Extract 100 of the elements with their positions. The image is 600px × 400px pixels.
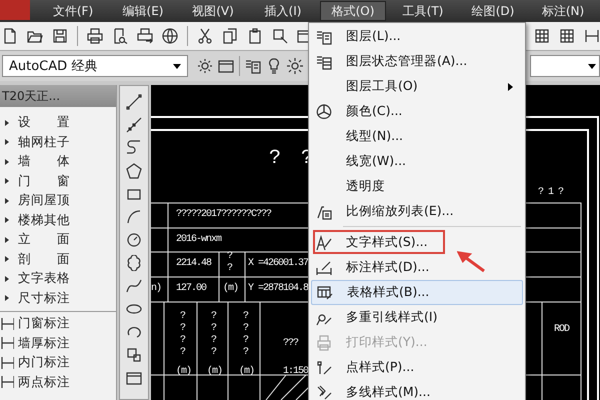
drawing-text: (m) [176, 365, 192, 378]
palette-item[interactable]: 两点标注 [18, 374, 70, 391]
palette-item[interactable]: 墙 体 [18, 153, 70, 170]
line-icon[interactable] [126, 94, 142, 110]
bulb-icon[interactable] [266, 58, 282, 74]
palette-item[interactable]: 内门标注 [18, 354, 70, 372]
menu-item[interactable]: 标注(N) [530, 1, 596, 21]
drawing-text: X =426001.37 [248, 257, 308, 270]
scissors-icon[interactable] [197, 28, 213, 44]
palette-item[interactable]: 门 窗 [18, 172, 70, 190]
copy-icon[interactable] [222, 28, 238, 44]
drawing-text: ?????2017??????C??? [176, 208, 272, 221]
arc-icon[interactable] [126, 209, 142, 225]
menu-item[interactable]: 绘图(D) [460, 1, 526, 21]
menu-item[interactable]: 透明度 [311, 174, 523, 199]
drawing-text: n) [151, 282, 162, 295]
menu-item[interactable]: 图层(L)... [311, 24, 523, 49]
palette-item[interactable]: 设 置 [18, 114, 70, 132]
dimension-icon [0, 354, 14, 371]
window-icon[interactable] [126, 370, 142, 386]
palette-item[interactable]: 轴网柱子 [18, 134, 70, 151]
drawing-text: (m) [239, 365, 254, 378]
menu-item[interactable]: 工具(T) [390, 1, 456, 21]
drawing-text: ?? [227, 251, 233, 275]
spline-icon[interactable] [126, 278, 142, 294]
drawing-text: 1:150 [283, 365, 308, 378]
elliptical-arc-icon[interactable] [126, 324, 142, 340]
dimension-icon [0, 374, 14, 390]
palette-item[interactable]: 尺寸标注 [18, 290, 70, 307]
window-icon[interactable] [218, 58, 234, 74]
layer-icon[interactable] [245, 58, 261, 74]
grid-icon[interactable] [559, 28, 575, 44]
menu-item[interactable]: 文字样式(S)... [311, 230, 523, 255]
menu-item[interactable]: 多重引线样式(I) [311, 305, 523, 330]
menu-item[interactable]: 颜色(C)... [311, 99, 523, 124]
menu-item[interactable]: 比例缩放列表(E)... [311, 199, 523, 224]
printer-icon[interactable] [87, 28, 103, 44]
construction-line-icon[interactable] [126, 117, 142, 133]
drawing-text: (m) [207, 365, 222, 378]
dimension-icon[interactable] [584, 28, 600, 44]
menu-item[interactable]: 线型(N)... [311, 124, 523, 149]
submenu-arrow-icon [508, 82, 513, 90]
globe-icon[interactable] [162, 28, 178, 44]
plot-style-icon [316, 334, 332, 350]
drawing-text: (m) [223, 282, 238, 295]
menu-item[interactable]: 图层状态管理器(A)... [311, 49, 523, 74]
menu-item[interactable]: 点样式(P)... [311, 355, 523, 380]
menu-item[interactable]: 多线样式(M)... [311, 380, 523, 400]
drawing-text: ???? [243, 311, 249, 359]
layer-state-icon [316, 54, 332, 70]
palette-item[interactable]: 房间屋顶 [18, 192, 70, 210]
palette-item[interactable]: 剖 面 [18, 250, 70, 268]
menu-item[interactable]: 插入(I) [250, 1, 316, 21]
cloud-icon[interactable] [126, 255, 142, 271]
polyline-icon[interactable] [126, 140, 142, 156]
point-style-icon [316, 360, 332, 376]
drawing-text: 2214.48 [176, 257, 212, 270]
drawing-text: Y =2878104.8 [248, 282, 308, 295]
drawing-text: ??? [283, 337, 298, 350]
layer-icon [316, 28, 332, 44]
drawing-text: ???? [211, 311, 217, 359]
menu-item[interactable]: 视图(V) [180, 1, 246, 21]
drawing-text: 127.00 [176, 282, 206, 295]
paste-icon[interactable] [247, 28, 263, 44]
plot-icon[interactable] [137, 28, 153, 44]
caret-icon [173, 64, 181, 68]
print-preview-icon[interactable] [112, 28, 128, 44]
menu-item[interactable]: 格式(O) [320, 1, 386, 21]
dimension-icon [0, 335, 14, 352]
menu-item[interactable]: 标注样式(D)... [311, 255, 523, 280]
palette-item[interactable]: 立 面 [18, 231, 70, 248]
caret-icon [588, 64, 596, 68]
menu-item[interactable]: 线宽(W)... [311, 149, 523, 174]
table-style-icon [317, 284, 333, 300]
grid-icon[interactable] [534, 28, 550, 44]
callout-arrow [457, 250, 487, 274]
new-file-icon[interactable] [2, 28, 18, 44]
drawing-text: ???? [180, 311, 186, 359]
palette-item[interactable]: 门窗标注 [18, 315, 70, 332]
menu-item[interactable]: 表格样式(B)... [311, 280, 523, 305]
palette-item[interactable]: 楼梯其他 [18, 212, 70, 229]
polygon-icon[interactable] [126, 163, 142, 179]
sun-icon[interactable] [287, 58, 303, 74]
menu-item[interactable]: 图层工具(O) [311, 74, 523, 99]
drawing-text: ROD [554, 323, 570, 336]
text-style-icon [316, 234, 332, 250]
layer-dropdown[interactable] [530, 55, 600, 77]
save-icon[interactable] [52, 28, 68, 44]
palette-title: T20天正... [0, 85, 116, 107]
drawing-text: ? 1 ? [538, 186, 564, 199]
palette-item[interactable]: 文字表格 [18, 270, 70, 288]
dimension-icon [0, 316, 14, 332]
palette-item[interactable]: 墙厚标注 [18, 334, 70, 352]
menu-item[interactable]: 文件(F) [40, 1, 106, 21]
drawing-text: 2016-wnxm [176, 233, 222, 246]
menu-item[interactable]: 编辑(E) [110, 1, 176, 21]
workspace-dropdown[interactable]: AutoCAD 经典 [2, 55, 188, 77]
block-icon[interactable] [126, 347, 142, 363]
mline-style-icon [316, 384, 332, 400]
scale-list-icon [316, 204, 332, 220]
